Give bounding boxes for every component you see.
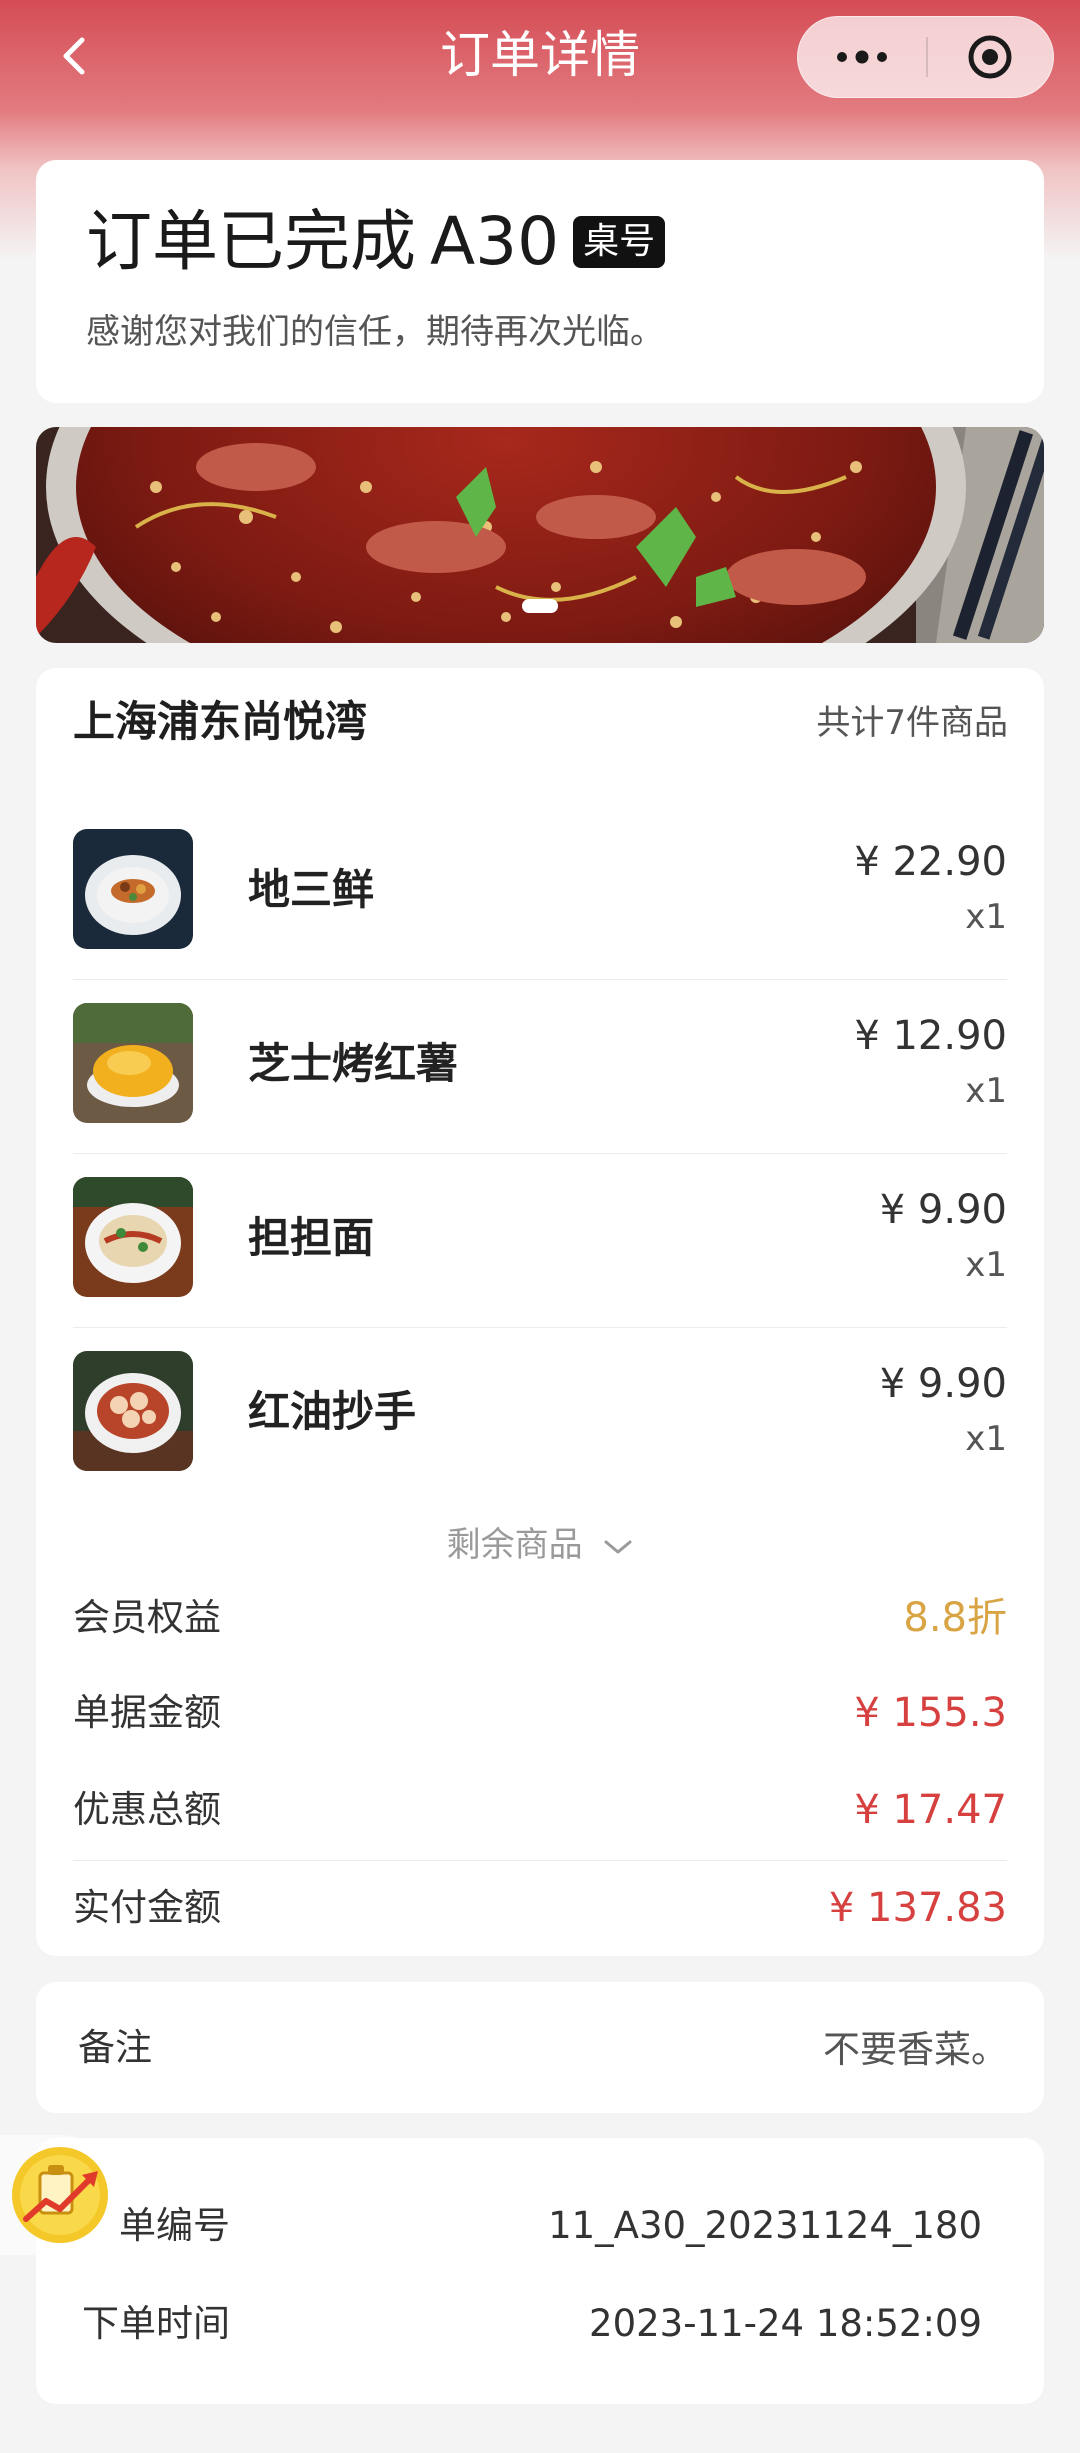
mini-program-capsule — [797, 16, 1054, 98]
store-name: 上海浦东尚悦湾 — [73, 697, 368, 746]
item-thumbnail — [73, 829, 193, 949]
discount-total-label: 优惠总额 — [73, 1788, 221, 1831]
remark-label: 备注 — [78, 2026, 152, 2069]
order-number-label: 单编号 — [119, 2204, 230, 2247]
member-benefit-row: 会员权益 8.8折 — [73, 1588, 1007, 1648]
order-status-text: 订单已完成 — [86, 203, 416, 280]
bill-amount-label: 单据金额 — [73, 1691, 221, 1734]
carousel-indicator[interactable] — [522, 599, 558, 613]
more-button[interactable] — [798, 17, 926, 97]
navigation-bar: 订单详情 — [0, 0, 1080, 112]
more-items-label: 剩余商品 — [446, 1525, 583, 1565]
growth-chart-icon — [12, 2147, 108, 2243]
order-item[interactable]: 担担面 ¥ 9.90 x1 — [73, 1153, 1007, 1328]
paid-amount-row: 实付金额 ¥ 137.83 — [73, 1878, 1007, 1938]
item-name: 红油抄手 — [248, 1387, 417, 1436]
discount-total-row: 优惠总额 ¥ 17.47 — [73, 1780, 1007, 1840]
item-name: 担担面 — [248, 1213, 375, 1262]
member-benefit-value: 8.8折 — [903, 1595, 1007, 1641]
member-benefit-label: 会员权益 — [73, 1596, 221, 1639]
more-dots-icon — [837, 50, 887, 64]
table-number: A30 — [430, 203, 560, 280]
item-quantity: x1 — [965, 1419, 1007, 1459]
thank-you-message: 感谢您对我们的信任，期待再次光临。 — [86, 312, 664, 352]
item-thumbnail — [73, 1351, 193, 1471]
order-item[interactable]: 芝士烤红薯 ¥ 12.90 x1 — [73, 979, 1007, 1154]
remark-card: 备注 不要香菜。 — [36, 1982, 1044, 2113]
item-price: ¥ 9.90 — [879, 1187, 1007, 1233]
item-name: 地三鲜 — [248, 865, 375, 914]
order-status-title: 订单已完成 A30 桌号 — [86, 202, 666, 282]
table-badge: 桌号 — [573, 216, 666, 268]
item-price: ¥ 22.90 — [854, 839, 1007, 885]
bill-amount-row: 单据金额 ¥ 155.3 — [73, 1683, 1007, 1743]
order-item[interactable]: 红油抄手 ¥ 9.90 x1 — [73, 1327, 1007, 1501]
item-price: ¥ 12.90 — [854, 1013, 1007, 1059]
order-number-value[interactable]: 11_A30_20231124_180 — [548, 2196, 982, 2256]
order-time-value: 2023-11-24 18:52:09 — [589, 2302, 982, 2345]
item-thumbnail — [73, 1003, 193, 1123]
item-quantity: x1 — [965, 1071, 1007, 1111]
chevron-down-icon — [604, 1540, 632, 1553]
discount-total-value: ¥ 17.47 — [854, 1787, 1007, 1833]
close-mini-program-button[interactable] — [928, 17, 1053, 97]
item-name: 芝士烤红薯 — [248, 1039, 459, 1088]
item-quantity: x1 — [965, 897, 1007, 937]
item-count: 共计7件商品 — [816, 703, 1008, 743]
remark-value: 不要香菜。 — [823, 2028, 1008, 2071]
item-quantity: x1 — [965, 1245, 1007, 1285]
paid-amount-label: 实付金额 — [73, 1886, 221, 1929]
bill-amount-value: ¥ 155.3 — [854, 1690, 1007, 1736]
target-close-icon — [968, 35, 1012, 79]
summary-divider — [73, 1860, 1007, 1861]
order-info-card: 单编号 11_A30_20231124_180 下单时间 2023-11-24 … — [36, 2138, 1044, 2404]
item-price: ¥ 9.90 — [879, 1361, 1007, 1407]
order-items-card: 上海浦东尚悦湾 共计7件商品 地三鲜 ¥ 22.90 x1 芝士烤红薯 ¥ 12… — [36, 668, 1044, 1956]
expand-remaining-items-button[interactable]: 剩余商品 — [36, 1520, 1044, 1570]
order-status-card: 订单已完成 A30 桌号 感谢您对我们的信任，期待再次光临。 — [36, 160, 1044, 403]
promo-banner[interactable] — [36, 427, 1044, 643]
floating-growth-badge[interactable] — [0, 2135, 120, 2255]
order-item[interactable]: 地三鲜 ¥ 22.90 x1 — [73, 805, 1007, 980]
paid-amount-value: ¥ 137.83 — [828, 1885, 1007, 1931]
order-time-label: 下单时间 — [82, 2302, 230, 2345]
item-thumbnail — [73, 1177, 193, 1297]
